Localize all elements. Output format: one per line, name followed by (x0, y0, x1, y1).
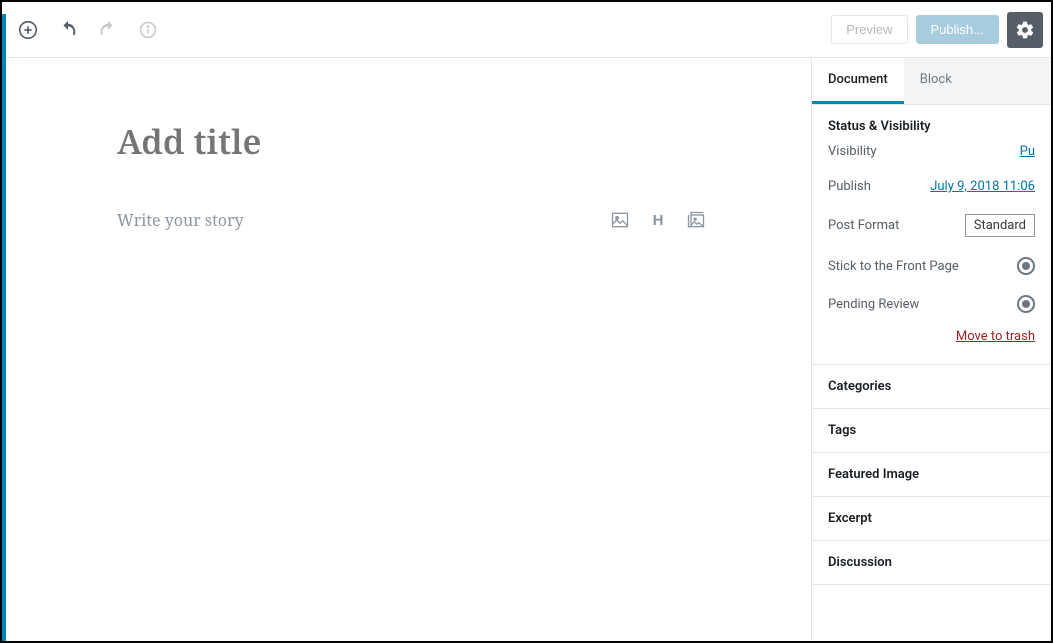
content-placeholder[interactable]: Write your story (117, 209, 244, 231)
heading-block-button[interactable]: H (648, 210, 668, 230)
excerpt-title: Excerpt (828, 511, 1035, 526)
post-format-row: Post Format Standard (828, 204, 1035, 247)
info-icon (138, 20, 158, 40)
sidebar-tabs: Document Block (812, 58, 1051, 105)
settings-sidebar: Document Block Status & Visibility Visib… (811, 58, 1051, 641)
tab-document[interactable]: Document (812, 58, 904, 104)
tags-panel[interactable]: Tags (812, 409, 1051, 453)
stick-label: Stick to the Front Page (828, 259, 959, 274)
gear-icon (1015, 20, 1035, 40)
discussion-title: Discussion (828, 555, 1035, 570)
categories-panel[interactable]: Categories (812, 365, 1051, 409)
admin-sidebar-sliver (2, 14, 6, 641)
pending-toggle[interactable] (1017, 295, 1035, 313)
top-toolbar: Preview Publish... (2, 2, 1051, 58)
redo-icon (97, 19, 119, 41)
stick-row: Stick to the Front Page (828, 247, 1035, 285)
main-area: Write your story H Document Block (2, 58, 1051, 641)
featured-image-panel[interactable]: Featured Image (812, 453, 1051, 497)
status-visibility-panel: Status & Visibility Visibility Pu Publis… (812, 105, 1051, 365)
publish-button[interactable]: Publish... (916, 15, 999, 44)
undo-button[interactable] (50, 12, 86, 48)
settings-button[interactable] (1007, 12, 1043, 48)
publish-label: Publish (828, 179, 871, 194)
post-format-select[interactable]: Standard (965, 214, 1035, 237)
plus-circle-icon (17, 19, 39, 41)
editor-canvas: Write your story H (2, 58, 811, 641)
post-title-input[interactable] (117, 118, 721, 164)
categories-title: Categories (828, 379, 1035, 394)
publish-value[interactable]: July 9, 2018 11:06 (930, 179, 1035, 194)
publish-row: Publish July 9, 2018 11:06 (828, 169, 1035, 204)
toolbar-left (10, 12, 166, 48)
image-icon (610, 210, 630, 230)
add-block-button[interactable] (10, 12, 46, 48)
pending-label: Pending Review (828, 297, 919, 312)
visibility-row: Visibility Pu (828, 134, 1035, 169)
visibility-label: Visibility (828, 144, 877, 159)
excerpt-panel[interactable]: Excerpt (812, 497, 1051, 541)
sidebar-body: Status & Visibility Visibility Pu Publis… (812, 105, 1051, 641)
quick-block-icons: H (610, 210, 706, 230)
move-to-trash-link[interactable]: Move to trash (828, 323, 1035, 350)
redo-button[interactable] (90, 12, 126, 48)
info-button[interactable] (130, 12, 166, 48)
tab-block[interactable]: Block (904, 58, 968, 104)
gallery-icon (686, 210, 706, 230)
gallery-block-button[interactable] (686, 210, 706, 230)
undo-icon (57, 19, 79, 41)
discussion-panel[interactable]: Discussion (812, 541, 1051, 585)
tags-title: Tags (828, 423, 1035, 438)
toolbar-right: Preview Publish... (831, 12, 1043, 48)
visibility-value[interactable]: Pu (1020, 144, 1035, 159)
image-block-button[interactable] (610, 210, 630, 230)
featured-image-title: Featured Image (828, 467, 1035, 482)
status-panel-title: Status & Visibility (828, 119, 1035, 134)
post-format-label: Post Format (828, 218, 899, 233)
pending-row: Pending Review (828, 285, 1035, 323)
preview-button[interactable]: Preview (831, 15, 907, 44)
stick-toggle[interactable] (1017, 257, 1035, 275)
content-row: Write your story H (117, 209, 721, 231)
